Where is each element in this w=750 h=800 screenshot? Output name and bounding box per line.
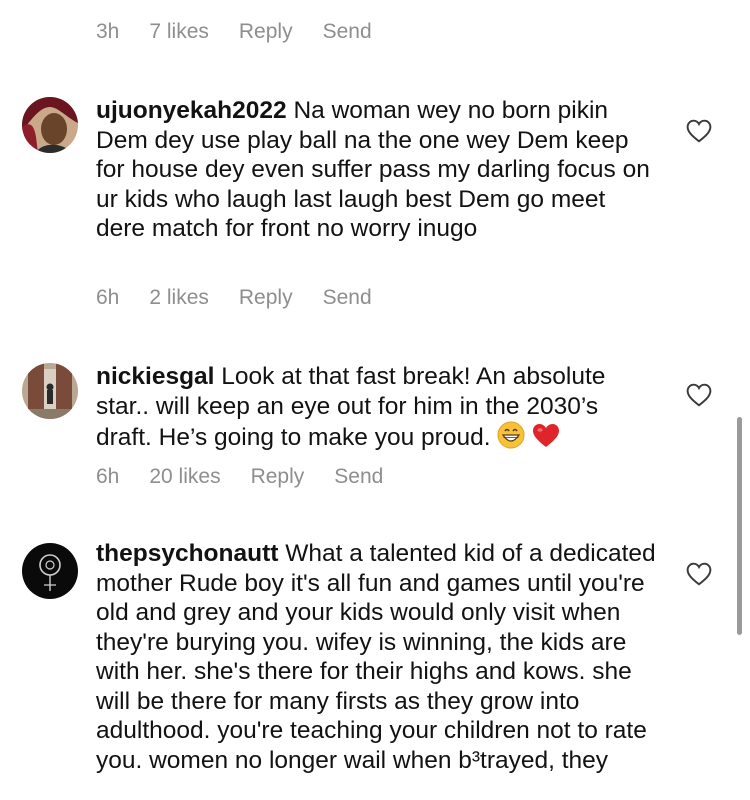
avatar[interactable] [22, 363, 78, 419]
reply-button[interactable]: Reply [239, 20, 293, 44]
comment-meta: 6h 20 likes Reply Send [96, 465, 413, 489]
top-comment-meta: 3h 7 likes Reply Send [96, 20, 402, 44]
avatar[interactable] [22, 543, 78, 599]
comment-username[interactable]: nickiesgal [96, 363, 214, 390]
comment-body: thepsychonautt What a talented kid of a … [96, 539, 656, 775]
likes-count[interactable]: 2 likes [149, 286, 209, 310]
previous-comment-cutoff-text [96, 0, 406, 6]
scrollbar[interactable] [737, 417, 742, 635]
heart-outline-icon[interactable] [686, 119, 712, 143]
comment-time: 6h [96, 465, 120, 488]
comment-body: nickiesgal Look at that fast break! An a… [96, 362, 656, 453]
comment-time: 6h [96, 286, 120, 309]
grinning-face-emoji [497, 421, 525, 449]
comment-text: What a talented kid of a dedicated mothe… [96, 540, 656, 774]
avatar[interactable] [22, 97, 78, 153]
heart-outline-icon[interactable] [686, 383, 712, 407]
likes-count[interactable]: 20 likes [149, 465, 220, 489]
comment-username[interactable]: ujuonyekah2022 [96, 97, 287, 124]
send-button[interactable]: Send [323, 20, 372, 44]
reply-button[interactable]: Reply [239, 286, 293, 310]
reply-button[interactable]: Reply [251, 465, 305, 489]
send-button[interactable]: Send [323, 286, 372, 310]
heart-outline-icon[interactable] [686, 562, 712, 586]
likes-count[interactable]: 7 likes [149, 20, 209, 44]
comment-body: ujuonyekah2022 Na woman wey no born piki… [96, 96, 656, 244]
comment-meta: 6h 2 likes Reply Send [96, 286, 402, 310]
red-heart-emoji [533, 424, 560, 447]
comment-username[interactable]: thepsychonautt [96, 540, 278, 567]
send-button[interactable]: Send [334, 465, 383, 489]
comment-time: 3h [96, 20, 120, 43]
